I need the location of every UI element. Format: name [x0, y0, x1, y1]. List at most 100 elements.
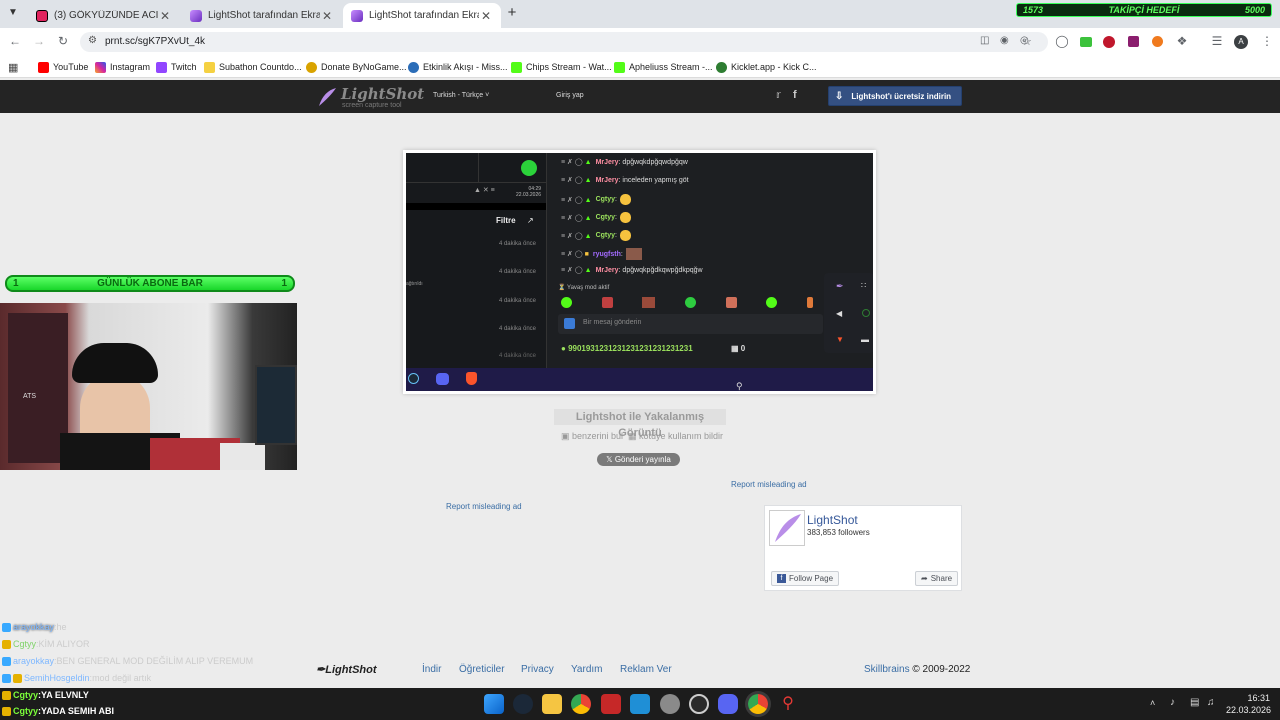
brave-icon[interactable]: ▼: [836, 335, 844, 344]
gift-counter[interactable]: ▦ 0: [731, 344, 745, 353]
tweet-button[interactable]: 𝕏 Gönderi yayınla: [597, 453, 680, 466]
orange-extension-icon[interactable]: [1152, 36, 1163, 47]
emote-icon[interactable]: [806, 297, 813, 308]
captured-image[interactable]: ▲ ✕ ≡ 04:29 22.03.2026 Filtre ↗ 4 dakika …: [403, 150, 876, 394]
apps-grid-icon[interactable]: ▦: [8, 61, 18, 74]
chat-input[interactable]: Bir mesaj gönderin: [558, 314, 823, 334]
grid-icon[interactable]: ∷: [861, 281, 866, 290]
tab-lightshot-1[interactable]: LightShot tarafından Ekran Gör ✕: [182, 3, 342, 28]
map-pin-app-icon[interactable]: ⚲: [778, 694, 798, 714]
purple-extension-icon[interactable]: [1128, 36, 1139, 47]
profile-avatar[interactable]: A: [1234, 35, 1248, 49]
chrome-icon[interactable]: [571, 694, 591, 714]
sub-bar-label: GÜNLÜK ABONE BAR: [97, 278, 203, 289]
bookmark-etkinlik[interactable]: Etkinlik Akışı - Miss...: [408, 59, 508, 75]
sub-badge-icon: [13, 673, 22, 683]
reload-icon[interactable]: ↻: [56, 34, 70, 48]
shield-extension-icon[interactable]: ◯: [1055, 34, 1069, 48]
network-icon[interactable]: ▤: [1190, 697, 1199, 708]
windows-start-icon[interactable]: [484, 694, 504, 714]
report-misleading-ad-left[interactable]: Report misleading ad: [446, 502, 522, 511]
file-explorer-icon[interactable]: [542, 694, 562, 714]
back-icon[interactable]: ←: [8, 34, 22, 48]
red-extension-icon[interactable]: [1103, 36, 1115, 48]
tab-youtube[interactable]: (3) GÖKYÜZÜNDE ACI ÇEHRELE ✕: [28, 3, 180, 28]
microphone-icon[interactable]: ♪: [1170, 697, 1175, 708]
forward-icon[interactable]: →: [32, 34, 46, 48]
find-similar-link[interactable]: ▣ benzerini bul: [561, 431, 623, 442]
address-bar[interactable]: ⚙ prnt.sc/sgK7PXvUt_4k ◫ ◉ ◎ ☆: [80, 32, 1048, 52]
footer-logo[interactable]: ✒LightShot: [316, 663, 377, 676]
skillbrains-link[interactable]: Skillbrains: [864, 664, 910, 675]
footer-link-tutorials[interactable]: Öğreticiler: [459, 664, 505, 675]
cast-icon[interactable]: ◫: [980, 35, 989, 46]
facebook-icon[interactable]: f: [793, 89, 797, 101]
login-link[interactable]: Giriş yap: [556, 92, 584, 99]
report-abuse-link[interactable]: ▦ kötüye kullanım bildir: [628, 431, 723, 442]
emote-icon[interactable]: [725, 297, 737, 308]
bookmark-twitch[interactable]: Twitch: [156, 59, 197, 75]
chrome-active-icon[interactable]: [748, 694, 768, 714]
emote-icon[interactable]: [684, 297, 696, 308]
bookmark-apheliuss[interactable]: Apheliuss Stream -...: [614, 59, 713, 75]
tab-search-button[interactable]: ▼: [6, 7, 20, 21]
lightshot-tagline: screen capture tool: [342, 102, 402, 109]
site-info-icon[interactable]: ⚙: [88, 35, 97, 46]
teal-app-icon[interactable]: [630, 694, 650, 714]
emote-icon[interactable]: [601, 297, 613, 308]
close-tab-icon[interactable]: ✕: [320, 9, 334, 23]
game-app-icon[interactable]: [660, 694, 680, 714]
footer-link-advertise[interactable]: Reklam Ver: [620, 664, 672, 675]
close-tab-icon[interactable]: ✕: [158, 9, 172, 23]
extensions-puzzle-icon[interactable]: ❖: [1175, 34, 1189, 48]
bookmark-kicklet[interactable]: Kicklet.app - Kick C...: [716, 59, 817, 75]
emote-bar[interactable]: [561, 297, 813, 309]
url-text[interactable]: prnt.sc/sgK7PXvUt_4k: [105, 36, 205, 47]
filter-label[interactable]: Filtre: [496, 216, 516, 225]
system-clock[interactable]: 16:31 22.03.2026: [1226, 692, 1271, 716]
new-tab-button[interactable]: +: [504, 5, 520, 21]
discord-icon[interactable]: [718, 694, 738, 714]
language-select[interactable]: Turkish - Türkçe ˅: [433, 92, 489, 99]
obs-icon[interactable]: [689, 694, 709, 714]
bookmark-star-icon[interactable]: ☆: [1022, 35, 1032, 48]
tray-chevron-icon[interactable]: ˄: [1150, 698, 1155, 708]
close-tab-icon[interactable]: ✕: [479, 9, 493, 23]
tab-lightshot-2[interactable]: LightShot tarafından Ekran Gör ✕: [343, 3, 501, 28]
bookmark-chips[interactable]: Chips Stream - Wat...: [511, 59, 612, 75]
channel-points[interactable]: ● 9901931231231231231231231231: [561, 344, 693, 353]
moderation-icons: ≡ ✗ ◯ ■: [561, 251, 589, 258]
footer-link-privacy[interactable]: Privacy: [521, 664, 554, 675]
report-misleading-ad-right[interactable]: Report misleading ad: [731, 480, 807, 489]
download-icon: ⇩: [835, 90, 844, 102]
footer-link-help[interactable]: Yardım: [571, 664, 603, 675]
news-app-icon[interactable]: [601, 694, 621, 714]
bookmark-instagram[interactable]: Instagram: [95, 59, 150, 75]
menu-kebab-icon[interactable]: ⋮: [1260, 34, 1274, 48]
bookmark-subathon[interactable]: Subathon Countdo...: [204, 59, 302, 75]
bookmark-donate[interactable]: Donate ByNoGame...: [306, 59, 407, 75]
fb-follow-page-button[interactable]: f Follow Page: [771, 571, 840, 586]
emote-icon[interactable]: [561, 297, 572, 308]
fb-share-button[interactable]: ➦ Share: [915, 571, 959, 586]
twitter-icon[interactable]: 𝕣: [776, 90, 781, 101]
lightshot-feather-icon[interactable]: ✒: [836, 281, 844, 292]
steam-icon[interactable]: [513, 694, 533, 714]
lightshot-page-avatar[interactable]: [769, 510, 805, 546]
ring-icon[interactable]: [862, 309, 870, 317]
chat-text: BEN GENERAL MOD DEĞİLİM ALIP VEREMUM: [56, 656, 254, 666]
tool-icon[interactable]: ◀: [836, 309, 842, 318]
emoji-picker-icon[interactable]: [564, 318, 575, 329]
fb-page-name[interactable]: LightShot: [807, 513, 858, 527]
download-button[interactable]: ⇩ Lightshot'ı ücretsiz indirin: [828, 86, 962, 106]
volume-icon[interactable]: ♫: [1207, 697, 1215, 708]
bookmark-youtube[interactable]: YouTube: [38, 59, 88, 75]
reading-list-icon[interactable]: ☰: [1210, 34, 1224, 48]
eye-off-icon[interactable]: ◉: [1000, 35, 1009, 46]
footer-link-download[interactable]: İndir: [422, 664, 441, 675]
emote-icon[interactable]: [642, 297, 656, 308]
green-extension-icon[interactable]: [1080, 37, 1092, 47]
emote-icon[interactable]: [766, 297, 778, 308]
expand-icon[interactable]: ↗: [527, 216, 534, 225]
card-icon[interactable]: ▬: [861, 335, 869, 344]
